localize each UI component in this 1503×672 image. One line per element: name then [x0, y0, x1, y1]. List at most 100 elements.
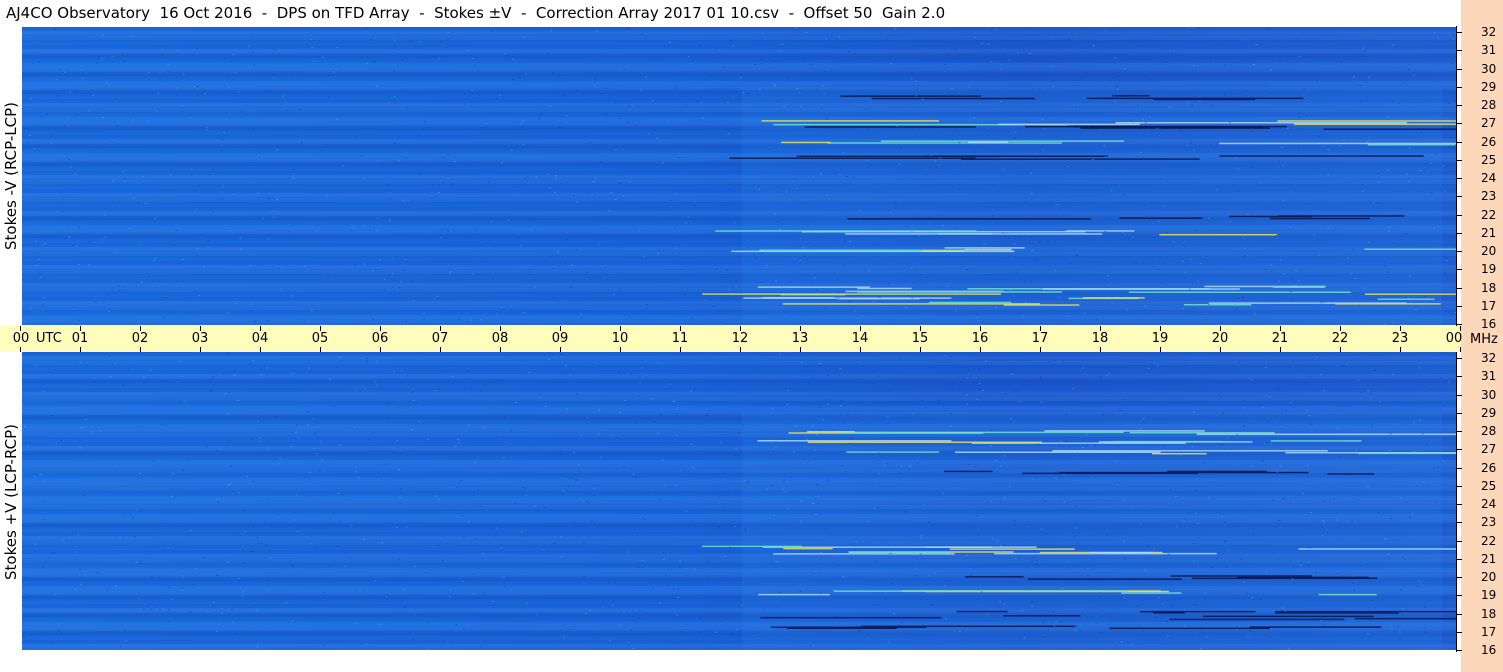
noise-speck	[1198, 372, 1201, 374]
emission-streak	[1364, 248, 1456, 251]
noise-speck	[272, 216, 275, 218]
noise-speck	[983, 243, 986, 245]
frequency-label: 30	[1481, 61, 1497, 76]
hour-label: 00	[1445, 331, 1463, 346]
noise-speck	[68, 537, 71, 539]
noise-speck	[1386, 115, 1389, 117]
noise-speck	[174, 244, 177, 246]
emission-streak	[944, 247, 1025, 249]
noise-speck	[1366, 486, 1369, 488]
noise-speck	[977, 320, 980, 322]
noise-speck	[567, 485, 570, 487]
noise-speck	[1252, 599, 1255, 601]
hour-label: 01	[71, 331, 89, 346]
mhz-unit-label: MHz	[1470, 332, 1498, 347]
noise-speck	[25, 577, 28, 579]
noise-speck	[898, 465, 901, 467]
noise-speck	[1351, 249, 1354, 251]
noise-speck	[1155, 617, 1158, 619]
noise-speck	[1105, 533, 1108, 535]
noise-speck	[575, 201, 578, 203]
emission-streak	[1318, 593, 1377, 596]
noise-speck	[220, 150, 223, 152]
noise-speck	[553, 542, 556, 544]
noise-speck	[911, 413, 914, 415]
noise-speck	[594, 177, 597, 179]
noise-speck	[667, 218, 670, 220]
noise-speck	[783, 550, 786, 552]
frequency-label: 17	[1481, 624, 1497, 639]
noise-speck	[624, 400, 627, 402]
noise-speck	[391, 452, 394, 454]
noise-speck	[495, 97, 498, 99]
noise-speck	[224, 392, 227, 394]
noise-speck	[719, 324, 722, 325]
noise-speck	[480, 244, 483, 246]
noise-speck	[827, 403, 830, 405]
hour-label: 23	[1391, 331, 1409, 346]
noise-speck	[22, 636, 25, 638]
noise-speck	[114, 585, 117, 587]
noise-speck	[837, 91, 840, 93]
emission-streak	[1294, 123, 1456, 125]
noise-speck	[393, 70, 396, 72]
noise-speck	[967, 369, 970, 371]
noise-speck	[1143, 204, 1146, 206]
frequency-tick	[1456, 631, 1462, 633]
noise-speck	[1289, 291, 1292, 293]
noise-speck	[967, 463, 970, 465]
noise-speck	[1021, 315, 1024, 317]
noise-speck	[568, 628, 571, 630]
noise-speck	[318, 470, 321, 472]
noise-speck	[1166, 232, 1169, 234]
noise-speck	[455, 624, 458, 626]
noise-speck	[589, 609, 592, 611]
noise-speck	[582, 500, 585, 502]
noise-speck	[412, 299, 415, 301]
noise-speck	[1422, 481, 1425, 483]
noise-speck	[1412, 421, 1415, 423]
noise-speck	[618, 411, 621, 413]
noise-speck	[1400, 497, 1403, 499]
noise-speck	[154, 258, 157, 260]
noise-speck	[1120, 641, 1123, 643]
noise-speck	[189, 117, 192, 119]
noise-speck	[594, 522, 597, 524]
noise-speck	[230, 608, 233, 610]
frequency-tick	[1456, 141, 1462, 143]
noise-speck	[451, 183, 454, 185]
noise-speck	[953, 383, 956, 385]
noise-speck	[819, 173, 822, 175]
noise-speck	[1285, 409, 1288, 411]
noise-speck	[1320, 302, 1323, 304]
noise-speck	[249, 363, 252, 365]
noise-speck	[275, 416, 278, 418]
noise-speck	[926, 535, 929, 537]
noise-speck	[628, 105, 631, 107]
noise-speck	[1014, 137, 1017, 139]
noise-speck	[661, 459, 664, 461]
noise-speck	[496, 527, 499, 529]
noise-speck	[42, 500, 45, 502]
noise-speck	[488, 181, 491, 183]
frequency-tick	[1456, 412, 1462, 414]
hour-label: 19	[1151, 331, 1169, 346]
noise-speck	[1077, 85, 1080, 87]
noise-speck	[1084, 72, 1087, 74]
noise-speck	[592, 181, 595, 183]
noise-speck	[211, 376, 214, 378]
noise-speck	[744, 530, 747, 532]
noise-speck	[538, 118, 541, 120]
noise-speck	[1191, 27, 1194, 29]
absorption-streak	[804, 126, 976, 128]
noise-speck	[1450, 62, 1453, 64]
noise-speck	[809, 645, 812, 647]
noise-speck	[758, 88, 761, 90]
noise-speck	[304, 619, 307, 621]
noise-speck	[834, 615, 837, 617]
noise-speck	[599, 161, 602, 163]
noise-speck	[892, 201, 895, 203]
noise-speck	[687, 216, 690, 218]
noise-speck	[777, 51, 780, 53]
noise-speck	[996, 540, 999, 542]
